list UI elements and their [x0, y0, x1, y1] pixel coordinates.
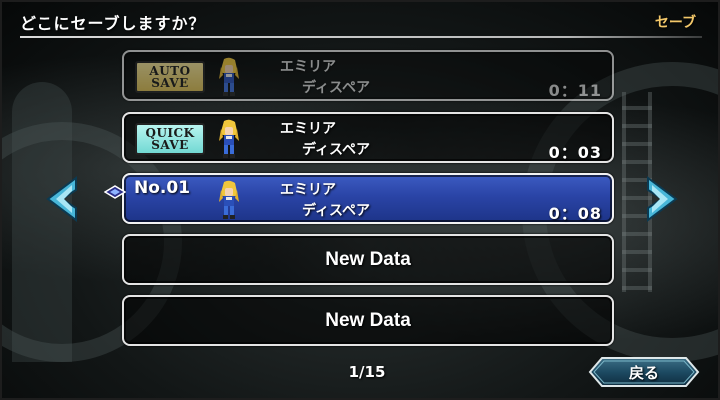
new-data-label: New Data	[325, 248, 411, 270]
page-indicator: 1/15	[348, 363, 386, 381]
slot-number: No.01	[134, 178, 191, 198]
character-name: エミリア	[280, 121, 336, 137]
location-name: ディスペア	[302, 142, 371, 158]
diamond-cursor-icon	[104, 185, 126, 199]
character-name: エミリア	[280, 59, 336, 75]
new-data-label: New Data	[325, 309, 411, 331]
play-time: 0：11	[548, 81, 602, 100]
character-sprite	[219, 57, 239, 96]
play-time: 0：03	[548, 143, 602, 162]
save-screen: どこにセーブしますか？ セーブ AUTO SAVE エミリア ディスペア 0：1…	[0, 0, 720, 400]
character-name: エミリア	[280, 182, 336, 198]
badge-line: SAVE	[151, 138, 189, 152]
location-name: ディスペア	[302, 80, 371, 96]
back-button[interactable]: 戻る	[588, 356, 700, 388]
page-title: どこにセーブしますか？	[20, 14, 206, 33]
save-slot-quick[interactable]: QUICK SAVE エミリア ディスペア 0：03	[122, 112, 614, 163]
save-slot-empty[interactable]: New Data	[122, 234, 614, 285]
badge-line: SAVE	[151, 76, 189, 90]
auto-save-badge: AUTO SAVE	[135, 61, 205, 93]
header-divider	[20, 36, 702, 38]
save-slot-empty[interactable]: New Data	[122, 295, 614, 346]
character-sprite	[219, 180, 239, 219]
character-sprite	[219, 119, 239, 158]
chevron-right-icon[interactable]	[642, 174, 682, 224]
header: どこにセーブしますか？ セーブ	[2, 2, 718, 40]
play-time: 0：08	[548, 204, 602, 223]
quick-save-badge: QUICK SAVE	[135, 123, 205, 155]
mode-label: セーブ	[654, 15, 696, 31]
back-button-label: 戻る	[628, 363, 659, 382]
save-slot-auto[interactable]: AUTO SAVE エミリア ディスペア 0：11	[122, 50, 614, 101]
save-slot-01[interactable]: No.01 エミリア ディスペア 0：08	[122, 173, 614, 224]
chevron-left-icon[interactable]	[42, 174, 82, 224]
location-name: ディスペア	[302, 203, 371, 219]
